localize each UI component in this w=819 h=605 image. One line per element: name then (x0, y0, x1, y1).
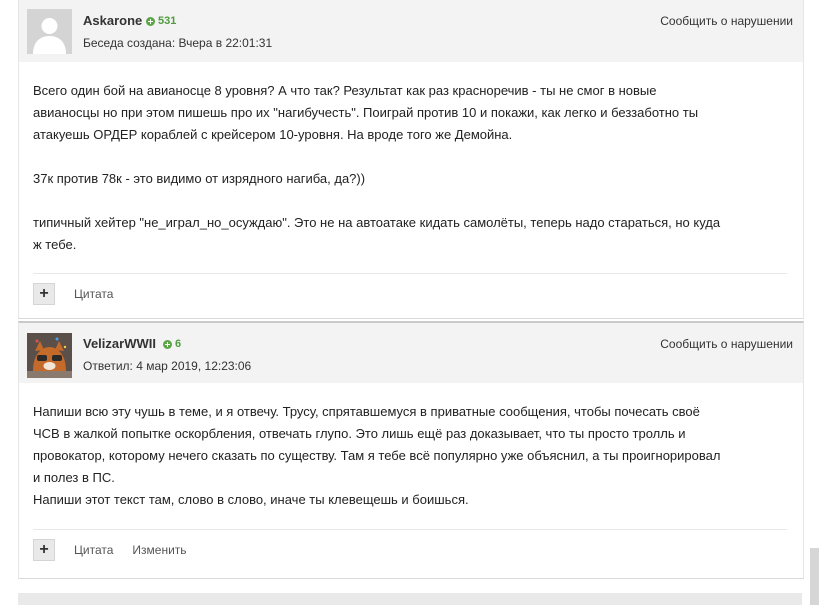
reputation-badge: 531 (146, 15, 176, 27)
post-body: Напиши всю эту чушь в теме, и я отвечу. … (33, 401, 793, 511)
post-text-line: типичный хейтер "не_играл_но_осуждаю". Э… (33, 215, 721, 230)
plus-button[interactable]: + (33, 539, 55, 561)
post-text-line: атакуешь ОРДЕР кораблей с крейсером 10-у… (33, 127, 513, 142)
report-link[interactable]: Сообщить о нарушении (660, 14, 793, 28)
plus-button[interactable]: + (33, 283, 55, 305)
plus-circle-icon (146, 16, 155, 26)
scrollbar-thumb[interactable] (810, 548, 819, 605)
reputation-value: 6 (175, 338, 182, 350)
edit-link[interactable]: Изменить (132, 543, 186, 557)
post-actions: + Цитата (33, 283, 113, 305)
post-divider (33, 273, 787, 274)
post-text-line: Всего один бой на авианосце 8 уровня? А … (33, 83, 657, 98)
post-body: Всего один бой на авианосце 8 уровня? А … (33, 80, 793, 256)
post-header: Askarone 531 Беседа создана: Вчера в 22:… (19, 0, 803, 62)
post-text-line: провокатор, которому нечего сказать по с… (33, 448, 721, 463)
post-text-line: Напиши всю эту чушь в теме, и я отвечу. … (33, 404, 700, 419)
reputation-badge: 6 (163, 338, 181, 350)
default-user-icon (27, 9, 72, 54)
post-divider (33, 529, 787, 530)
post-meta: Беседа создана: Вчера в 22:01:31 (83, 36, 273, 50)
post-header: VelizarWWII 6 Ответил: 4 мар 2019, 12:23… (19, 323, 803, 383)
avatar[interactable] (27, 333, 72, 378)
post-text-line: и полез в ПС. (33, 470, 115, 485)
post-text-line: ж тебе. (33, 237, 77, 252)
avatar[interactable] (27, 9, 72, 54)
username[interactable]: VelizarWWII (83, 336, 156, 351)
report-link[interactable]: Сообщить о нарушении (660, 337, 793, 351)
plus-circle-icon (163, 339, 172, 349)
post-text-line: авианосцы но при этом пишешь про их "наг… (33, 105, 699, 120)
next-post-header (18, 593, 802, 605)
fox-avatar-icon (27, 333, 72, 378)
post-text-line: ЧСВ в жалкой попытке оскорбления, отвеча… (33, 426, 686, 441)
post-text-line: 37к против 78к - это видимо от изрядного… (33, 171, 366, 186)
post-actions: + Цитата Изменить (33, 539, 187, 561)
username[interactable]: Askarone (83, 13, 142, 28)
post-meta: Ответил: 4 мар 2019, 12:23:06 (83, 359, 252, 373)
quote-link[interactable]: Цитата (74, 287, 113, 301)
forum-post: Askarone 531 Беседа создана: Вчера в 22:… (18, 0, 804, 319)
quote-link[interactable]: Цитата (74, 543, 113, 557)
post-text-line: Напиши этот текст там, слово в слово, ин… (33, 492, 469, 507)
reputation-value: 531 (158, 15, 177, 27)
forum-post: VelizarWWII 6 Ответил: 4 мар 2019, 12:23… (18, 321, 804, 579)
